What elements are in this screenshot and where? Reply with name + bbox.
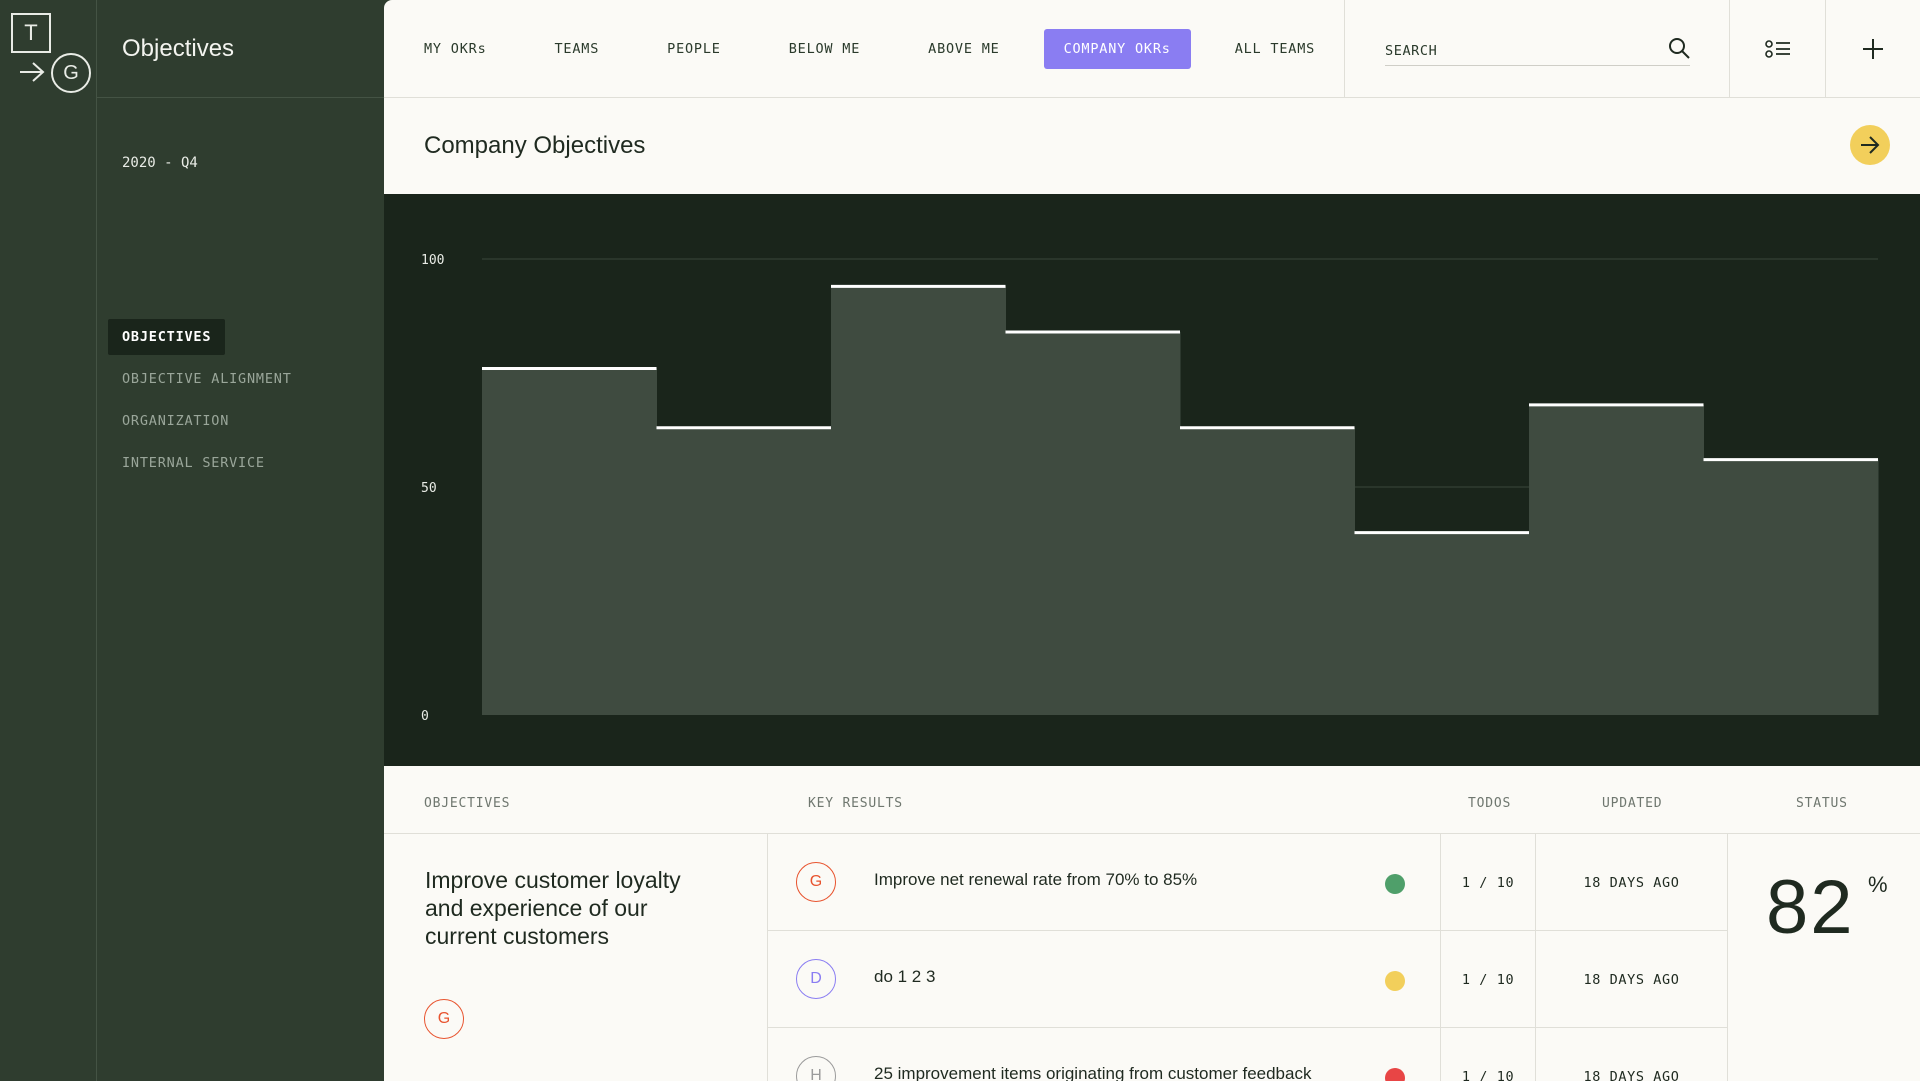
y-tick-label: 100	[421, 253, 444, 268]
y-tick-label: 0	[421, 709, 429, 724]
header-updated: UPDATED	[1602, 796, 1663, 811]
header-objectives: OBJECTIVES	[424, 796, 511, 811]
avatar-letter: G	[63, 61, 79, 84]
main-content: MY OKRs TEAMS PEOPLE BELOW ME ABOVE ME C…	[384, 0, 1920, 1081]
section-title: Company Objectives	[424, 132, 646, 159]
header-key-results: KEY RESULTS	[808, 796, 903, 811]
list-view-button[interactable]	[1730, 0, 1826, 98]
tab-teams[interactable]: TEAMS	[531, 29, 624, 69]
top-bar: MY OKRs TEAMS PEOPLE BELOW ME ABOVE ME C…	[384, 0, 1920, 98]
objective-owner-avatar[interactable]: G	[424, 999, 464, 1039]
kr-title: 25 improvement items originating from cu…	[874, 1064, 1312, 1081]
user-avatar-g[interactable]: G	[51, 53, 91, 93]
chart-bar[interactable]	[482, 368, 657, 715]
kr-owner-avatar[interactable]: H	[796, 1056, 836, 1081]
search-input[interactable]	[1385, 36, 1690, 66]
search-icon[interactable]	[1667, 36, 1691, 60]
sidebar-title: Objectives	[122, 34, 235, 62]
status-dot	[1385, 874, 1405, 894]
go-forward-button[interactable]	[1850, 125, 1890, 165]
kr-title: do 1 2 3	[874, 967, 936, 986]
tab-my-okrs[interactable]: MY OKRs	[400, 29, 511, 69]
sidebar-item-internal-service[interactable]: INTERNAL SERVICE	[108, 445, 378, 481]
kr-todos: 1 / 10	[1440, 1028, 1536, 1081]
tab-below-me[interactable]: BELOW ME	[765, 29, 884, 69]
tab-all-teams[interactable]: ALL TEAMS	[1211, 29, 1339, 69]
logo-mark-t[interactable]: T	[11, 13, 51, 53]
chart-bar[interactable]	[1005, 331, 1181, 715]
chart-bar[interactable]	[1354, 532, 1530, 715]
kr-owner-avatar[interactable]: G	[796, 862, 836, 902]
header-status: STATUS	[1796, 796, 1848, 811]
search-area	[1344, 0, 1730, 98]
kr-updated: 18 DAYS AGO	[1536, 1028, 1728, 1081]
chart-bar[interactable]	[1180, 427, 1355, 715]
chart-bar[interactable]	[656, 427, 832, 715]
chart-bar[interactable]	[1529, 404, 1704, 715]
y-tick-label: 50	[421, 481, 437, 496]
objective-title: Improve customer loyalty and experience …	[425, 867, 681, 949]
table-header: OBJECTIVES KEY RESULTS TODOS UPDATED STA…	[384, 766, 1920, 834]
kr-owner-avatar[interactable]: D	[796, 959, 836, 999]
kr-updated: 18 DAYS AGO	[1536, 834, 1728, 931]
status-percent: 82	[1766, 865, 1855, 950]
objective-status: 82 %	[1728, 834, 1920, 1081]
logo-letter-t: T	[24, 20, 38, 45]
chart-bar[interactable]	[1703, 459, 1879, 715]
sidebar: Objectives 2020 - Q4 OBJECTIVES OBJECTIV…	[97, 0, 384, 1081]
sidebar-item-organization[interactable]: ORGANIZATION	[108, 403, 378, 439]
kr-updated: 18 DAYS AGO	[1536, 931, 1728, 1028]
objectives-chart: 100 50 0	[384, 194, 1920, 766]
sidebar-nav: OBJECTIVES OBJECTIVE ALIGNMENT ORGANIZAT…	[108, 319, 378, 487]
tab-people[interactable]: PEOPLE	[643, 29, 745, 69]
kr-todos: 1 / 10	[1440, 834, 1536, 931]
list-icon	[1764, 40, 1790, 58]
chart-svg: 100 50 0	[421, 253, 1879, 724]
sidebar-item-objectives[interactable]: OBJECTIVES	[108, 319, 226, 355]
app-rail: T G	[0, 0, 97, 1081]
sidebar-header: Objectives	[97, 0, 384, 98]
plus-icon	[1863, 39, 1883, 59]
arrow-right-icon	[1861, 136, 1880, 154]
kr-todos: 1 / 10	[1440, 931, 1536, 1028]
period-selector[interactable]: 2020 - Q4	[122, 155, 198, 171]
section-header: Company Objectives	[384, 98, 1920, 194]
add-button[interactable]	[1826, 0, 1920, 98]
objectives-table: OBJECTIVES KEY RESULTS TODOS UPDATED STA…	[384, 766, 1920, 1081]
tab-bar: MY OKRs TEAMS PEOPLE BELOW ME ABOVE ME C…	[384, 0, 1359, 98]
status-dot	[1385, 971, 1405, 991]
tab-company-okrs[interactable]: COMPANY OKRs	[1043, 28, 1191, 69]
arrow-right-icon	[20, 62, 45, 82]
objective-cell[interactable]: Improve customer loyalty and experience …	[384, 834, 768, 1081]
sidebar-item-objective-alignment[interactable]: OBJECTIVE ALIGNMENT	[108, 361, 378, 397]
tab-above-me[interactable]: ABOVE ME	[904, 29, 1023, 69]
kr-title: Improve net renewal rate from 70% to 85%	[874, 870, 1198, 889]
status-unit: %	[1868, 872, 1888, 897]
status-dot	[1385, 1068, 1405, 1081]
header-todos: TODOS	[1468, 796, 1512, 811]
chart-bar[interactable]	[831, 286, 1006, 715]
